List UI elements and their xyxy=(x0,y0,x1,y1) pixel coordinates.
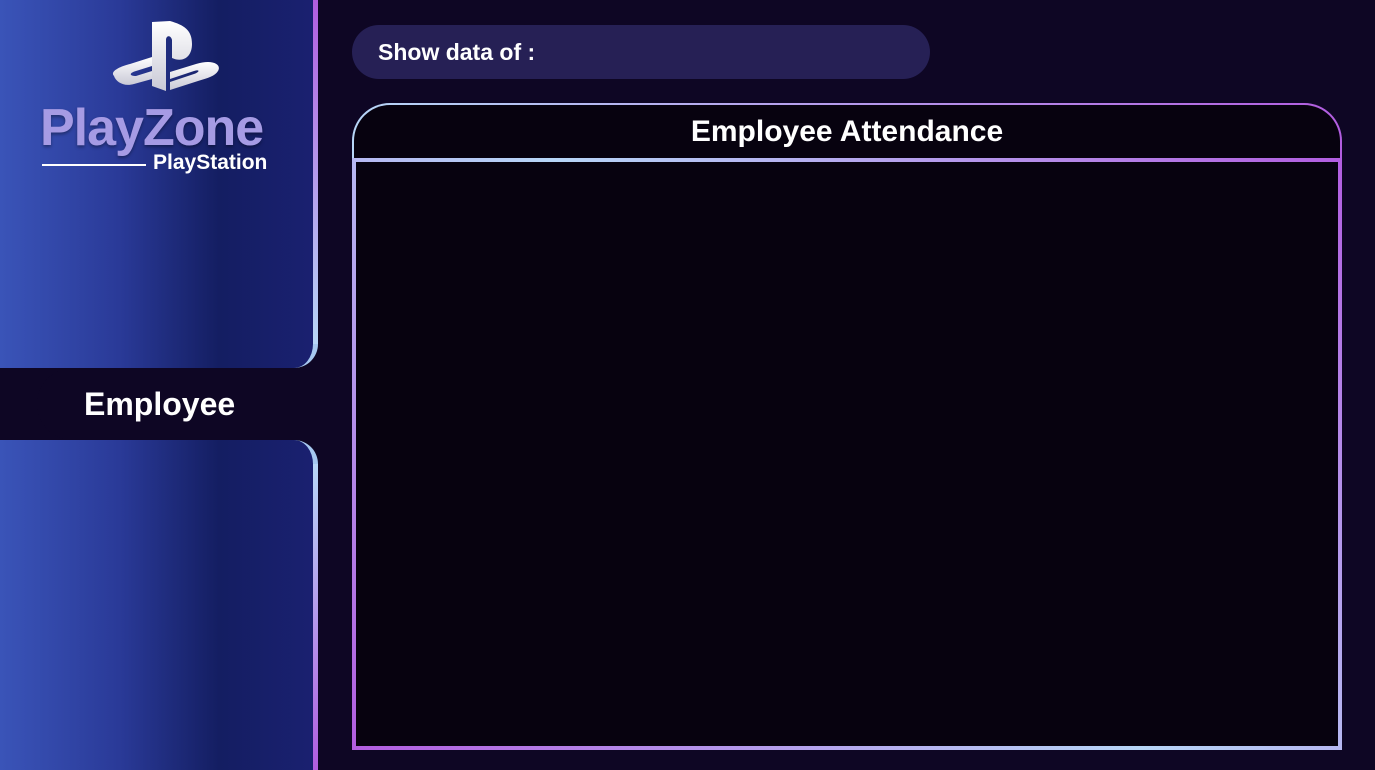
sidebar-item-employee[interactable]: Employee xyxy=(37,368,321,440)
sidebar-item-label: Employee xyxy=(84,386,236,422)
playstation-logo-icon xyxy=(112,21,219,91)
show-data-filter[interactable]: Show data of : xyxy=(352,25,930,79)
sidebar-edge-top xyxy=(313,0,318,344)
sidebar-panel-bottom xyxy=(0,440,318,770)
attendance-content-area xyxy=(356,162,1338,746)
app-window: PlayZone PlayStation Employee Show data … xyxy=(0,0,1375,770)
filter-label: Show data of : xyxy=(378,39,536,65)
card-header: Employee Attendance xyxy=(354,105,1340,158)
sidebar: PlayZone PlayStation Employee xyxy=(0,0,321,770)
attendance-card: Employee Attendance xyxy=(352,103,1342,750)
card-title: Employee Attendance xyxy=(690,115,1004,148)
sidebar-edge-bottom xyxy=(313,464,318,770)
brand-divider xyxy=(42,164,146,166)
brand-logo: PlayZone PlayStation xyxy=(40,20,290,180)
brand-subtitle: PlayStation xyxy=(153,151,268,174)
card-body-border xyxy=(352,158,1342,750)
brand-name: PlayZone xyxy=(40,99,264,157)
